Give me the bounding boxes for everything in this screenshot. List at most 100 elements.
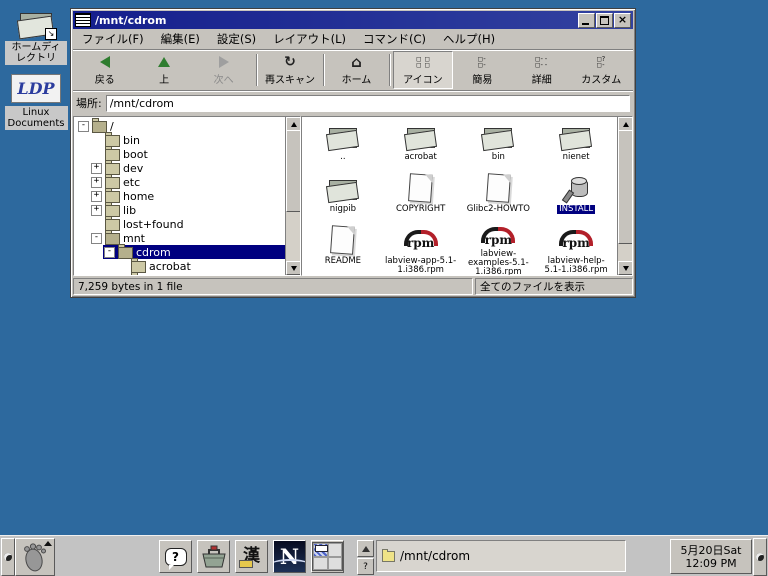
netscape-button[interactable]: N bbox=[273, 540, 306, 573]
toolbar-button-home[interactable]: ホーム bbox=[327, 51, 386, 89]
tree-row-body[interactable]: boot bbox=[90, 147, 285, 161]
kanji-input-button[interactable]: 漢 bbox=[235, 540, 268, 573]
tree-row[interactable]: - / bbox=[74, 119, 285, 133]
toolbar-button-forward[interactable]: 次へ bbox=[194, 51, 253, 89]
pager-up-button[interactable] bbox=[357, 540, 374, 557]
file-item[interactable]: INSTALL bbox=[537, 173, 615, 225]
tree-row-body[interactable]: lost+found bbox=[90, 217, 285, 231]
tree-expander-icon[interactable]: - bbox=[78, 121, 89, 132]
tree-row[interactable]: + dev bbox=[74, 161, 285, 175]
scroll-up-icon[interactable] bbox=[286, 117, 301, 131]
location-input[interactable] bbox=[106, 95, 630, 112]
window-menu-icon[interactable] bbox=[75, 13, 91, 27]
file-item[interactable]: COPYRIGHT bbox=[382, 173, 460, 225]
tree-row[interactable]: + home bbox=[74, 189, 285, 203]
file-scrollbar[interactable] bbox=[617, 117, 632, 275]
file-item[interactable]: rpm labview-examples-5.1-1.i386.rpm bbox=[460, 225, 538, 275]
tree-expander-icon[interactable]: + bbox=[91, 177, 102, 188]
minimize-button[interactable] bbox=[578, 13, 595, 28]
scroll-down-icon[interactable] bbox=[286, 261, 301, 275]
pager-help-button[interactable]: ? bbox=[357, 558, 374, 575]
menu-item[interactable]: レイアウト(L) bbox=[273, 31, 346, 47]
tree-row[interactable]: + etc bbox=[74, 175, 285, 189]
panel-hide-right-button[interactable] bbox=[753, 538, 767, 576]
pager-desktop-1[interactable] bbox=[313, 543, 328, 557]
shortcut-arrow-icon: ↘ bbox=[45, 28, 57, 40]
tree-expander-icon[interactable]: + bbox=[91, 191, 102, 202]
toolbar-button-brief-view[interactable]: 簡易 bbox=[453, 51, 512, 89]
file-item[interactable]: bin bbox=[460, 121, 538, 173]
tree-row-body[interactable]: + lib bbox=[90, 203, 285, 217]
title-bar[interactable]: /mnt/cdrom bbox=[73, 11, 633, 29]
task-button-mnt-cdrom[interactable]: /mnt/cdrom bbox=[376, 540, 626, 572]
toolbar-button-up[interactable]: 上 bbox=[134, 51, 193, 89]
tree-row[interactable]: acrobat bbox=[74, 259, 285, 273]
file-item[interactable]: rpm labview-help-5.1-1.i386.rpm bbox=[537, 225, 615, 275]
file-item[interactable]: nienet bbox=[537, 121, 615, 173]
scroll-down-icon[interactable] bbox=[618, 261, 633, 275]
folder-file-icon bbox=[559, 121, 593, 151]
status-bytes: 7,259 bytes in 1 file bbox=[73, 278, 473, 295]
file-item-label: nienet bbox=[563, 153, 590, 162]
document-icon bbox=[486, 173, 511, 203]
desktop-icon-home-directory[interactable]: ↘ ホームディレクトリ bbox=[5, 8, 67, 65]
tree-row-body[interactable]: + bin bbox=[116, 273, 285, 276]
tree-row-body[interactable]: bin bbox=[90, 133, 285, 147]
file-item[interactable]: README bbox=[304, 225, 382, 275]
desktop-pager[interactable] bbox=[311, 540, 344, 573]
control-center-button[interactable] bbox=[197, 540, 230, 573]
tree-row[interactable]: boot bbox=[74, 147, 285, 161]
scrollbar-thumb[interactable] bbox=[618, 130, 633, 244]
tree-expander-icon[interactable]: + bbox=[117, 275, 128, 277]
tree-expander-icon[interactable]: - bbox=[104, 247, 115, 258]
file-item[interactable]: nigpib bbox=[304, 173, 382, 225]
toolbar-button-icon-view[interactable]: アイコン bbox=[393, 51, 452, 89]
tree-row[interactable]: + lib bbox=[74, 203, 285, 217]
tree-row-body[interactable]: - cdrom bbox=[103, 245, 285, 259]
tree-row[interactable]: bin bbox=[74, 133, 285, 147]
tree-expander-icon[interactable]: + bbox=[91, 163, 102, 174]
content-area: - / bin boot + dev + etc bbox=[73, 116, 633, 276]
close-button[interactable] bbox=[614, 13, 631, 28]
pager-desktop-4[interactable] bbox=[328, 557, 343, 571]
file-item-label: labview-app-5.1-1.i386.rpm bbox=[385, 257, 457, 275]
pager-desktop-3[interactable] bbox=[313, 557, 328, 571]
file-item[interactable]: Glibc2-HOWTO bbox=[460, 173, 538, 225]
tree-expander-icon[interactable]: - bbox=[91, 233, 102, 244]
toolbar-button-rescan[interactable]: 再スキャン bbox=[260, 51, 319, 89]
scrollbar-thumb[interactable] bbox=[286, 130, 301, 212]
menu-bar: ファイル(F) 編集(E) 設定(S) レイアウト(L) コマンド(C) ヘルプ(H) bbox=[73, 29, 633, 50]
menu-item[interactable]: 編集(E) bbox=[161, 31, 200, 47]
tree-item-label: mnt bbox=[123, 232, 145, 245]
tree-item-label: etc bbox=[123, 176, 140, 189]
tree-row[interactable]: + bin bbox=[74, 273, 285, 276]
desktop-icon-linux-documents[interactable]: LDP Linux Documents bbox=[5, 74, 67, 130]
file-item[interactable]: rpm labview-app-5.1-1.i386.rpm bbox=[382, 225, 460, 275]
tree-row-body[interactable]: + home bbox=[90, 189, 285, 203]
pager-desktop-2[interactable] bbox=[328, 543, 343, 557]
gnome-main-menu-button[interactable] bbox=[15, 538, 55, 576]
menu-item[interactable]: ファイル(F) bbox=[82, 31, 144, 47]
tree-expander-icon[interactable]: + bbox=[91, 205, 102, 216]
menu-item[interactable]: コマンド(C) bbox=[363, 31, 426, 47]
tree-row-body[interactable]: - mnt bbox=[90, 231, 285, 245]
toolbar-button-custom-view[interactable]: カスタム bbox=[572, 51, 631, 89]
toolbar-button-detail-view[interactable]: 詳細 bbox=[512, 51, 571, 89]
tree-row-body[interactable]: + etc bbox=[90, 175, 285, 189]
maximize-button[interactable] bbox=[596, 13, 613, 28]
scroll-up-icon[interactable] bbox=[618, 117, 633, 131]
tree-row-body[interactable]: acrobat bbox=[116, 259, 285, 273]
toolbar-button-back[interactable]: 戻る bbox=[75, 51, 134, 89]
tree-scrollbar[interactable] bbox=[285, 117, 300, 275]
menu-item[interactable]: 設定(S) bbox=[217, 31, 256, 47]
tree-row[interactable]: lost+found bbox=[74, 217, 285, 231]
file-item[interactable]: .. bbox=[304, 121, 382, 173]
tree-row-body[interactable]: - / bbox=[77, 119, 285, 133]
tree-row-body[interactable]: + dev bbox=[90, 161, 285, 175]
tree-row[interactable]: - mnt bbox=[74, 231, 285, 245]
help-button[interactable]: ? bbox=[159, 540, 192, 573]
tree-row[interactable]: - cdrom bbox=[74, 245, 285, 259]
menu-item[interactable]: ヘルプ(H) bbox=[443, 31, 495, 47]
file-item[interactable]: acrobat bbox=[382, 121, 460, 173]
panel-hide-left-button[interactable] bbox=[1, 538, 15, 576]
